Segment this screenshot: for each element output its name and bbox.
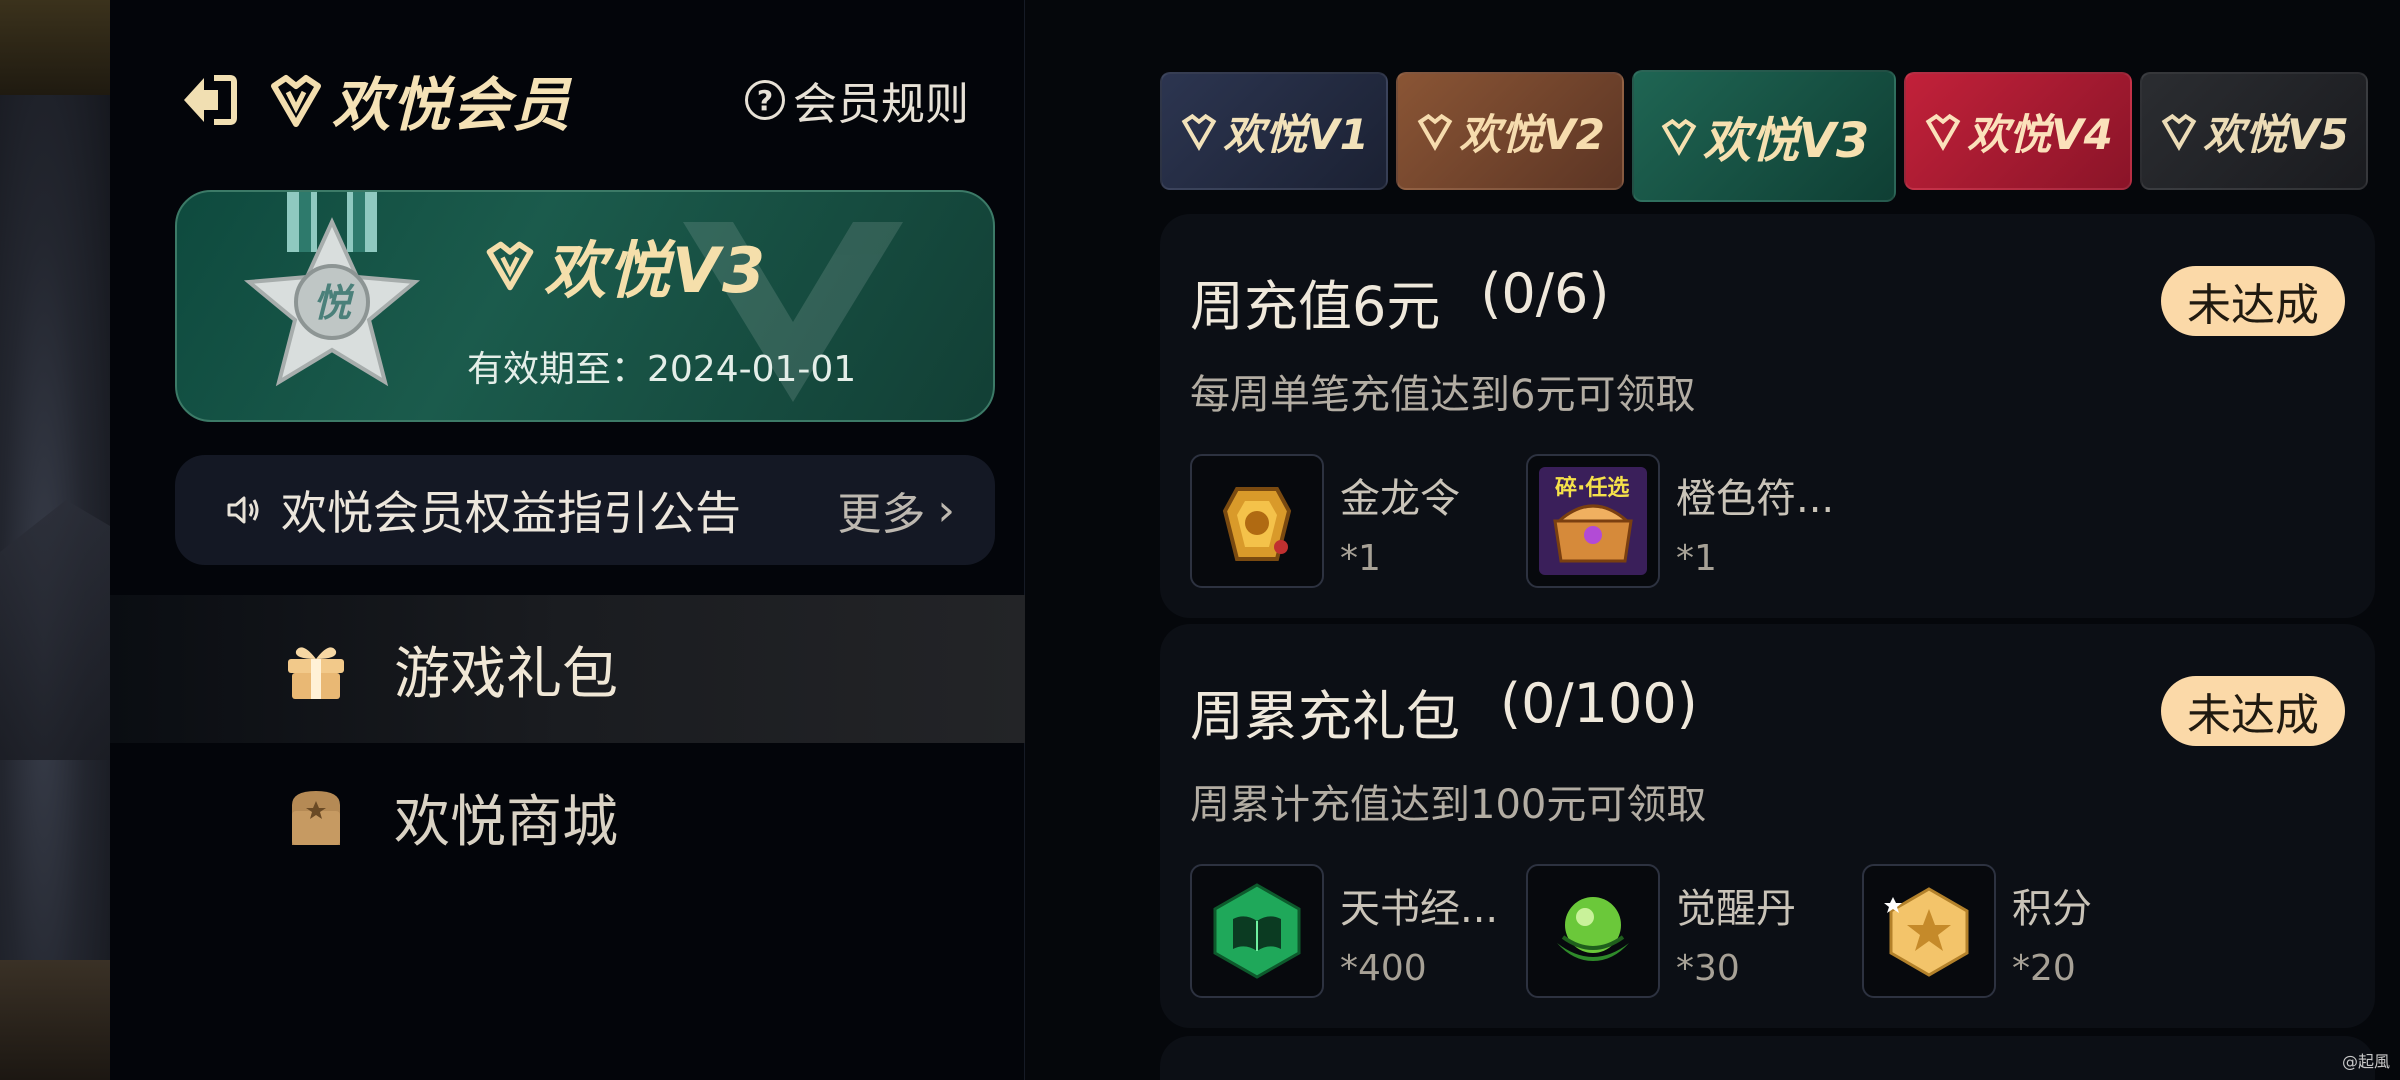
gold-dragon-token-icon [1222, 487, 1292, 561]
notice-more-label: 更多 [837, 489, 926, 540]
notice-text: 欢悦会员权益指引公告 [281, 486, 741, 540]
menu-item-label: 游戏礼包 [394, 641, 618, 707]
reward-list: 金龙令 *1 碎·任选 橙色符... *1 [1190, 454, 1862, 588]
reward-list: 天书经... *400 觉醒丹 *30 积分 *20 [1190, 864, 2198, 998]
huanyue-logo-icon [486, 241, 534, 291]
exit-icon [184, 75, 237, 125]
reward-name: 金龙令 [1340, 476, 1460, 522]
card-level: 欢悦V3 [482, 220, 767, 310]
reward-item[interactable]: 积分 *20 [1862, 864, 2198, 998]
reward-name: 橙色符... [1676, 476, 1835, 522]
huanyue-logo-icon [1417, 113, 1453, 151]
status-button[interactable]: 未达成 [2161, 266, 2345, 336]
star-points-icon [1884, 887, 1969, 977]
tab-label: 欢悦V5 [2203, 109, 2349, 159]
game-background-ground [0, 960, 110, 1080]
notice-more-link[interactable]: 更多 › [837, 478, 955, 542]
tab-label: 欢悦V1 [1223, 109, 1369, 159]
task-card-weekly-recharge: 周充值6元 (0/6) 每周单笔充值达到6元可领取 未达成 金龙令 *1 碎·任… [1160, 214, 2375, 618]
reward-quantity: *1 [1676, 538, 1717, 579]
tab-label: 欢悦V4 [1967, 109, 2113, 159]
member-rules-link[interactable]: ? 会员规则 [745, 68, 969, 132]
task-progress: (0/100) [1500, 672, 1698, 735]
level-tabs: 欢悦V1 欢悦V2 欢悦V3 欢悦V4 欢悦V5 [1160, 70, 2368, 202]
tab-v1[interactable]: 欢悦V1 [1160, 72, 1388, 190]
header: 欢悦会员 ? 会员规则 [170, 60, 969, 140]
brand: 欢悦会员 [266, 58, 572, 142]
reward-icon-box [1190, 864, 1324, 998]
tab-v3[interactable]: 欢悦V3 [1632, 70, 1896, 202]
gift-icon [288, 647, 344, 699]
reward-icon-box [1862, 864, 1996, 998]
reward-icon-box [1526, 864, 1660, 998]
reward-item[interactable]: 觉醒丹 *30 [1526, 864, 1862, 998]
task-card-weekly-cumulative: 周累充礼包 (0/100) 周累计充值达到100元可领取 未达成 天书经... … [1160, 624, 2375, 1028]
reward-icon-box: 碎·任选 [1526, 454, 1660, 588]
reward-item[interactable]: 金龙令 *1 [1190, 454, 1526, 588]
tab-label: 欢悦V3 [1702, 113, 1870, 169]
tab-v2[interactable]: 欢悦V2 [1396, 72, 1624, 190]
orange-rune-chest-icon: 碎·任选 [1539, 467, 1647, 575]
game-background [0, 0, 110, 1080]
menu-item-huanyue-mall[interactable]: 欢悦商城 [110, 743, 1025, 891]
medal-icon: 悦 [243, 192, 421, 387]
notice-bar[interactable]: 欢悦会员权益指引公告 更多 › [175, 455, 995, 565]
shop-bag-icon [292, 791, 340, 845]
member-level-card: 悦 欢悦V3 有效期至：2024-01-01 [175, 190, 995, 422]
reward-name: 觉醒丹 [1676, 886, 1796, 932]
exit-button[interactable] [170, 64, 242, 136]
reward-quantity: *1 [1340, 538, 1381, 579]
huanyue-logo-icon [271, 75, 321, 127]
watermark: @起風 [2341, 1052, 2390, 1071]
card-level-label: 欢悦V3 [544, 234, 768, 307]
task-title: 周累充礼包 (0/100) [1190, 672, 1698, 751]
menu-item-label: 欢悦商城 [394, 789, 618, 855]
huanyue-logo-icon [1181, 113, 1217, 151]
task-title: 周充值6元 (0/6) [1190, 262, 1609, 341]
reward-quantity: *20 [2012, 948, 2076, 989]
help-icon: ? [745, 80, 785, 120]
task-description: 周累计充值达到100元可领取 [1190, 782, 1707, 828]
chevron-right-icon: › [937, 484, 955, 536]
game-background-building [0, 500, 110, 760]
reward-item[interactable]: 碎·任选 橙色符... *1 [1526, 454, 1862, 588]
reward-quantity: *30 [1676, 948, 1740, 989]
reward-name: 天书经... [1340, 886, 1499, 932]
huanyue-logo-icon [1661, 118, 1697, 156]
huanyue-logo-icon [2161, 113, 2197, 151]
task-description: 每周单笔充值达到6元可领取 [1190, 372, 1696, 418]
tab-label: 欢悦V2 [1459, 109, 1605, 159]
reward-item[interactable]: 天书经... *400 [1190, 864, 1526, 998]
reward-badge: 碎·任选 [1555, 475, 1629, 501]
task-card-next [1160, 1036, 2375, 1080]
left-panel: 欢悦会员 ? 会员规则 悦 欢悦V3 有效期至：2024-01-01 欢悦会员权… [110, 0, 1025, 1080]
card-expiry: 有效期至：2024-01-01 [467, 349, 857, 390]
green-book-icon [1213, 883, 1301, 979]
task-title-text: 周充值6元 [1190, 275, 1441, 338]
status-button[interactable]: 未达成 [2161, 676, 2345, 746]
task-title-text: 周累充礼包 [1190, 685, 1460, 748]
task-progress: (0/6) [1480, 262, 1610, 325]
reward-name: 积分 [2012, 886, 2092, 932]
menu-item-game-gift[interactable]: 游戏礼包 [110, 595, 1025, 743]
reward-quantity: *400 [1340, 948, 1427, 989]
reward-icon-box [1190, 454, 1324, 588]
page-title: 欢悦会员 [332, 71, 573, 139]
game-background-top [0, 0, 110, 95]
huanyue-logo-icon [1925, 113, 1961, 151]
app-root: 欢悦会员 ? 会员规则 悦 欢悦V3 有效期至：2024-01-01 欢悦会员权… [0, 0, 2400, 1080]
tab-v5[interactable]: 欢悦V5 [2140, 72, 2368, 190]
member-rules-label: 会员规则 [793, 79, 969, 130]
green-pill-icon [1557, 897, 1629, 961]
speaker-icon [227, 496, 259, 524]
medal-char: 悦 [313, 281, 355, 325]
tab-v4[interactable]: 欢悦V4 [1904, 72, 2132, 190]
